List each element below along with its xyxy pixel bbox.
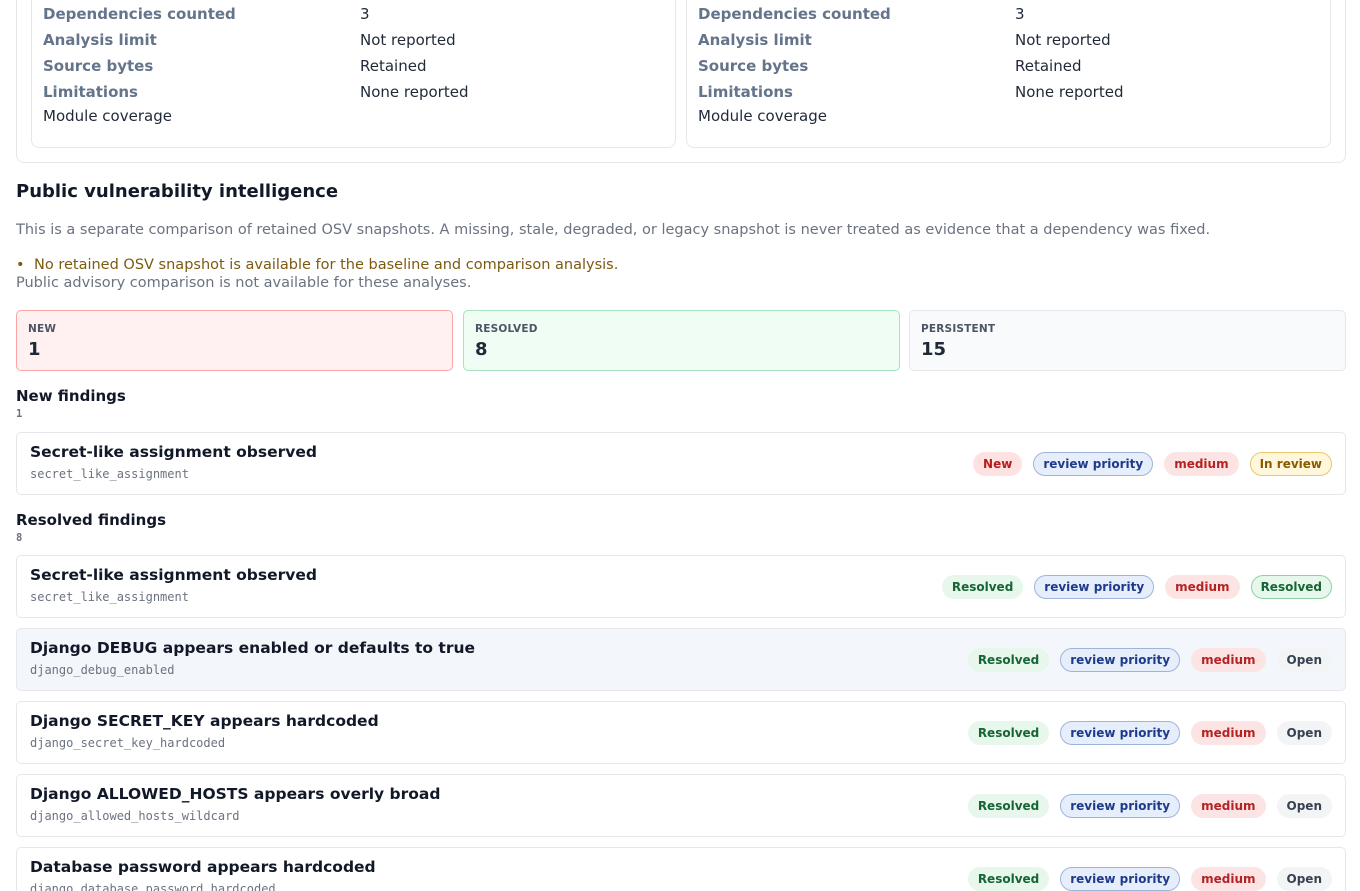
change-badge: Resolved (967, 867, 1050, 891)
stat-label: PERSISTENT (921, 323, 996, 335)
finding-badges: New review priority medium In review (973, 452, 1332, 476)
severity-badge: medium (1191, 867, 1266, 891)
finding-badges: Resolved review priority medium Open (967, 794, 1332, 818)
meta-value: Not reported (1015, 31, 1111, 49)
finding-row[interactable]: Django DEBUG appears enabled or defaults… (16, 628, 1346, 691)
stat-resolved: RESOLVED 8 (463, 310, 900, 371)
warning-text: No retained OSV snapshot is available fo… (34, 257, 619, 273)
stat-value: 15 (921, 339, 947, 360)
finding-row[interactable]: Secret-like assignment observed secret_l… (16, 555, 1346, 618)
finding-row[interactable]: Secret-like assignment observed secret_l… (16, 432, 1346, 495)
status-badge: In review (1249, 452, 1332, 476)
stat-value: 1 (28, 339, 41, 360)
finding-badges: Resolved review priority medium Open (967, 867, 1332, 891)
severity-badge: medium (1191, 648, 1266, 672)
finding-code: django_allowed_hosts_wildcard (30, 809, 240, 823)
stat-persistent: PERSISTENT 15 (909, 310, 1346, 371)
meta-key: Dependencies counted (698, 5, 891, 23)
priority-badge: review priority (1060, 648, 1181, 672)
not-available-note: Public advisory comparison is not availa… (16, 275, 472, 291)
meta-key: Analysis limit (698, 31, 812, 49)
meta-key: Analysis limit (43, 31, 157, 49)
change-badge: Resolved (967, 794, 1050, 818)
meta-row-dependencies: Dependencies counted 3 (43, 5, 664, 27)
meta-value: 3 (360, 5, 370, 23)
status-badge: Resolved (1250, 575, 1332, 599)
osv-warning: • No retained OSV snapshot is available f… (16, 257, 618, 273)
severity-badge: medium (1191, 794, 1266, 818)
resolved-findings-count: 8 (16, 532, 23, 544)
finding-title: Database password appears hardcoded (30, 858, 376, 876)
finding-title: Django ALLOWED_HOSTS appears overly broa… (30, 785, 441, 803)
finding-badges: Resolved review priority medium Open (967, 648, 1332, 672)
finding-badges: Resolved review priority medium Open (967, 721, 1332, 745)
meta-key: Dependencies counted (43, 5, 236, 23)
meta-value: None reported (1015, 83, 1124, 101)
finding-title: Django SECRET_KEY appears hardcoded (30, 712, 379, 730)
stat-value: 8 (475, 339, 488, 360)
status-badge: Open (1276, 648, 1332, 672)
finding-row[interactable]: Django ALLOWED_HOSTS appears overly broa… (16, 774, 1346, 837)
meta-value: None reported (360, 83, 469, 101)
section-title: Public vulnerability intelligence (16, 181, 339, 202)
finding-title: Django DEBUG appears enabled or defaults… (30, 639, 476, 657)
new-findings-count: 1 (16, 408, 23, 420)
change-badge: Resolved (941, 575, 1024, 599)
status-badge: Open (1276, 867, 1332, 891)
meta-row-analysis-limit: Analysis limit Not reported (698, 31, 1319, 53)
status-badge: Open (1276, 794, 1332, 818)
finding-row[interactable]: Database password appears hardcoded djan… (16, 847, 1346, 891)
status-badge: Open (1276, 721, 1332, 745)
severity-badge: medium (1191, 721, 1266, 745)
severity-badge: medium (1165, 575, 1240, 599)
module-coverage-toggle[interactable]: Module coverage (698, 107, 827, 125)
stat-label: NEW (28, 323, 57, 335)
finding-code: secret_like_assignment (30, 467, 189, 481)
meta-row-dependencies: Dependencies counted 3 (698, 5, 1319, 27)
meta-value: 3 (1015, 5, 1025, 23)
finding-title: Secret-like assignment observed (30, 566, 317, 584)
meta-key: Limitations (43, 83, 138, 101)
finding-code: secret_like_assignment (30, 590, 189, 604)
priority-badge: review priority (1033, 452, 1154, 476)
meta-row-limitations: Limitations None reported (698, 83, 1319, 105)
resolved-findings-title: Resolved findings (16, 511, 167, 529)
finding-code: django_debug_enabled (30, 663, 175, 677)
finding-badges: Resolved review priority medium Resolved (941, 575, 1332, 599)
meta-key: Source bytes (43, 57, 154, 75)
meta-value: Retained (360, 57, 427, 75)
meta-key: Source bytes (698, 57, 809, 75)
priority-badge: review priority (1060, 867, 1181, 891)
change-badge: Resolved (967, 721, 1050, 745)
baseline-analysis-card: Dependencies counted 3 Analysis limit No… (31, 0, 676, 148)
meta-row-limitations: Limitations None reported (43, 83, 664, 105)
priority-badge: review priority (1034, 575, 1155, 599)
meta-key: Limitations (698, 83, 793, 101)
comparison-analysis-card: Dependencies counted 3 Analysis limit No… (686, 0, 1331, 148)
section-description: This is a separate comparison of retaine… (16, 222, 1211, 238)
change-badge: New (973, 452, 1023, 476)
module-coverage-toggle[interactable]: Module coverage (43, 107, 172, 125)
meta-row-source-bytes: Source bytes Retained (698, 57, 1319, 79)
meta-row-analysis-limit: Analysis limit Not reported (43, 31, 664, 53)
change-badge: Resolved (967, 648, 1050, 672)
severity-badge: medium (1164, 452, 1239, 476)
finding-code: django_secret_key_hardcoded (30, 736, 226, 750)
stat-label: RESOLVED (475, 323, 538, 335)
meta-row-source-bytes: Source bytes Retained (43, 57, 664, 79)
finding-code: django_database_password_hardcoded (30, 882, 276, 891)
meta-value: Retained (1015, 57, 1082, 75)
new-findings-title: New findings (16, 387, 126, 405)
bullet: • (16, 257, 25, 273)
meta-value: Not reported (360, 31, 456, 49)
finding-row[interactable]: Django SECRET_KEY appears hardcoded djan… (16, 701, 1346, 764)
stat-new: NEW 1 (16, 310, 453, 371)
finding-title: Secret-like assignment observed (30, 443, 317, 461)
priority-badge: review priority (1060, 794, 1181, 818)
priority-badge: review priority (1060, 721, 1181, 745)
